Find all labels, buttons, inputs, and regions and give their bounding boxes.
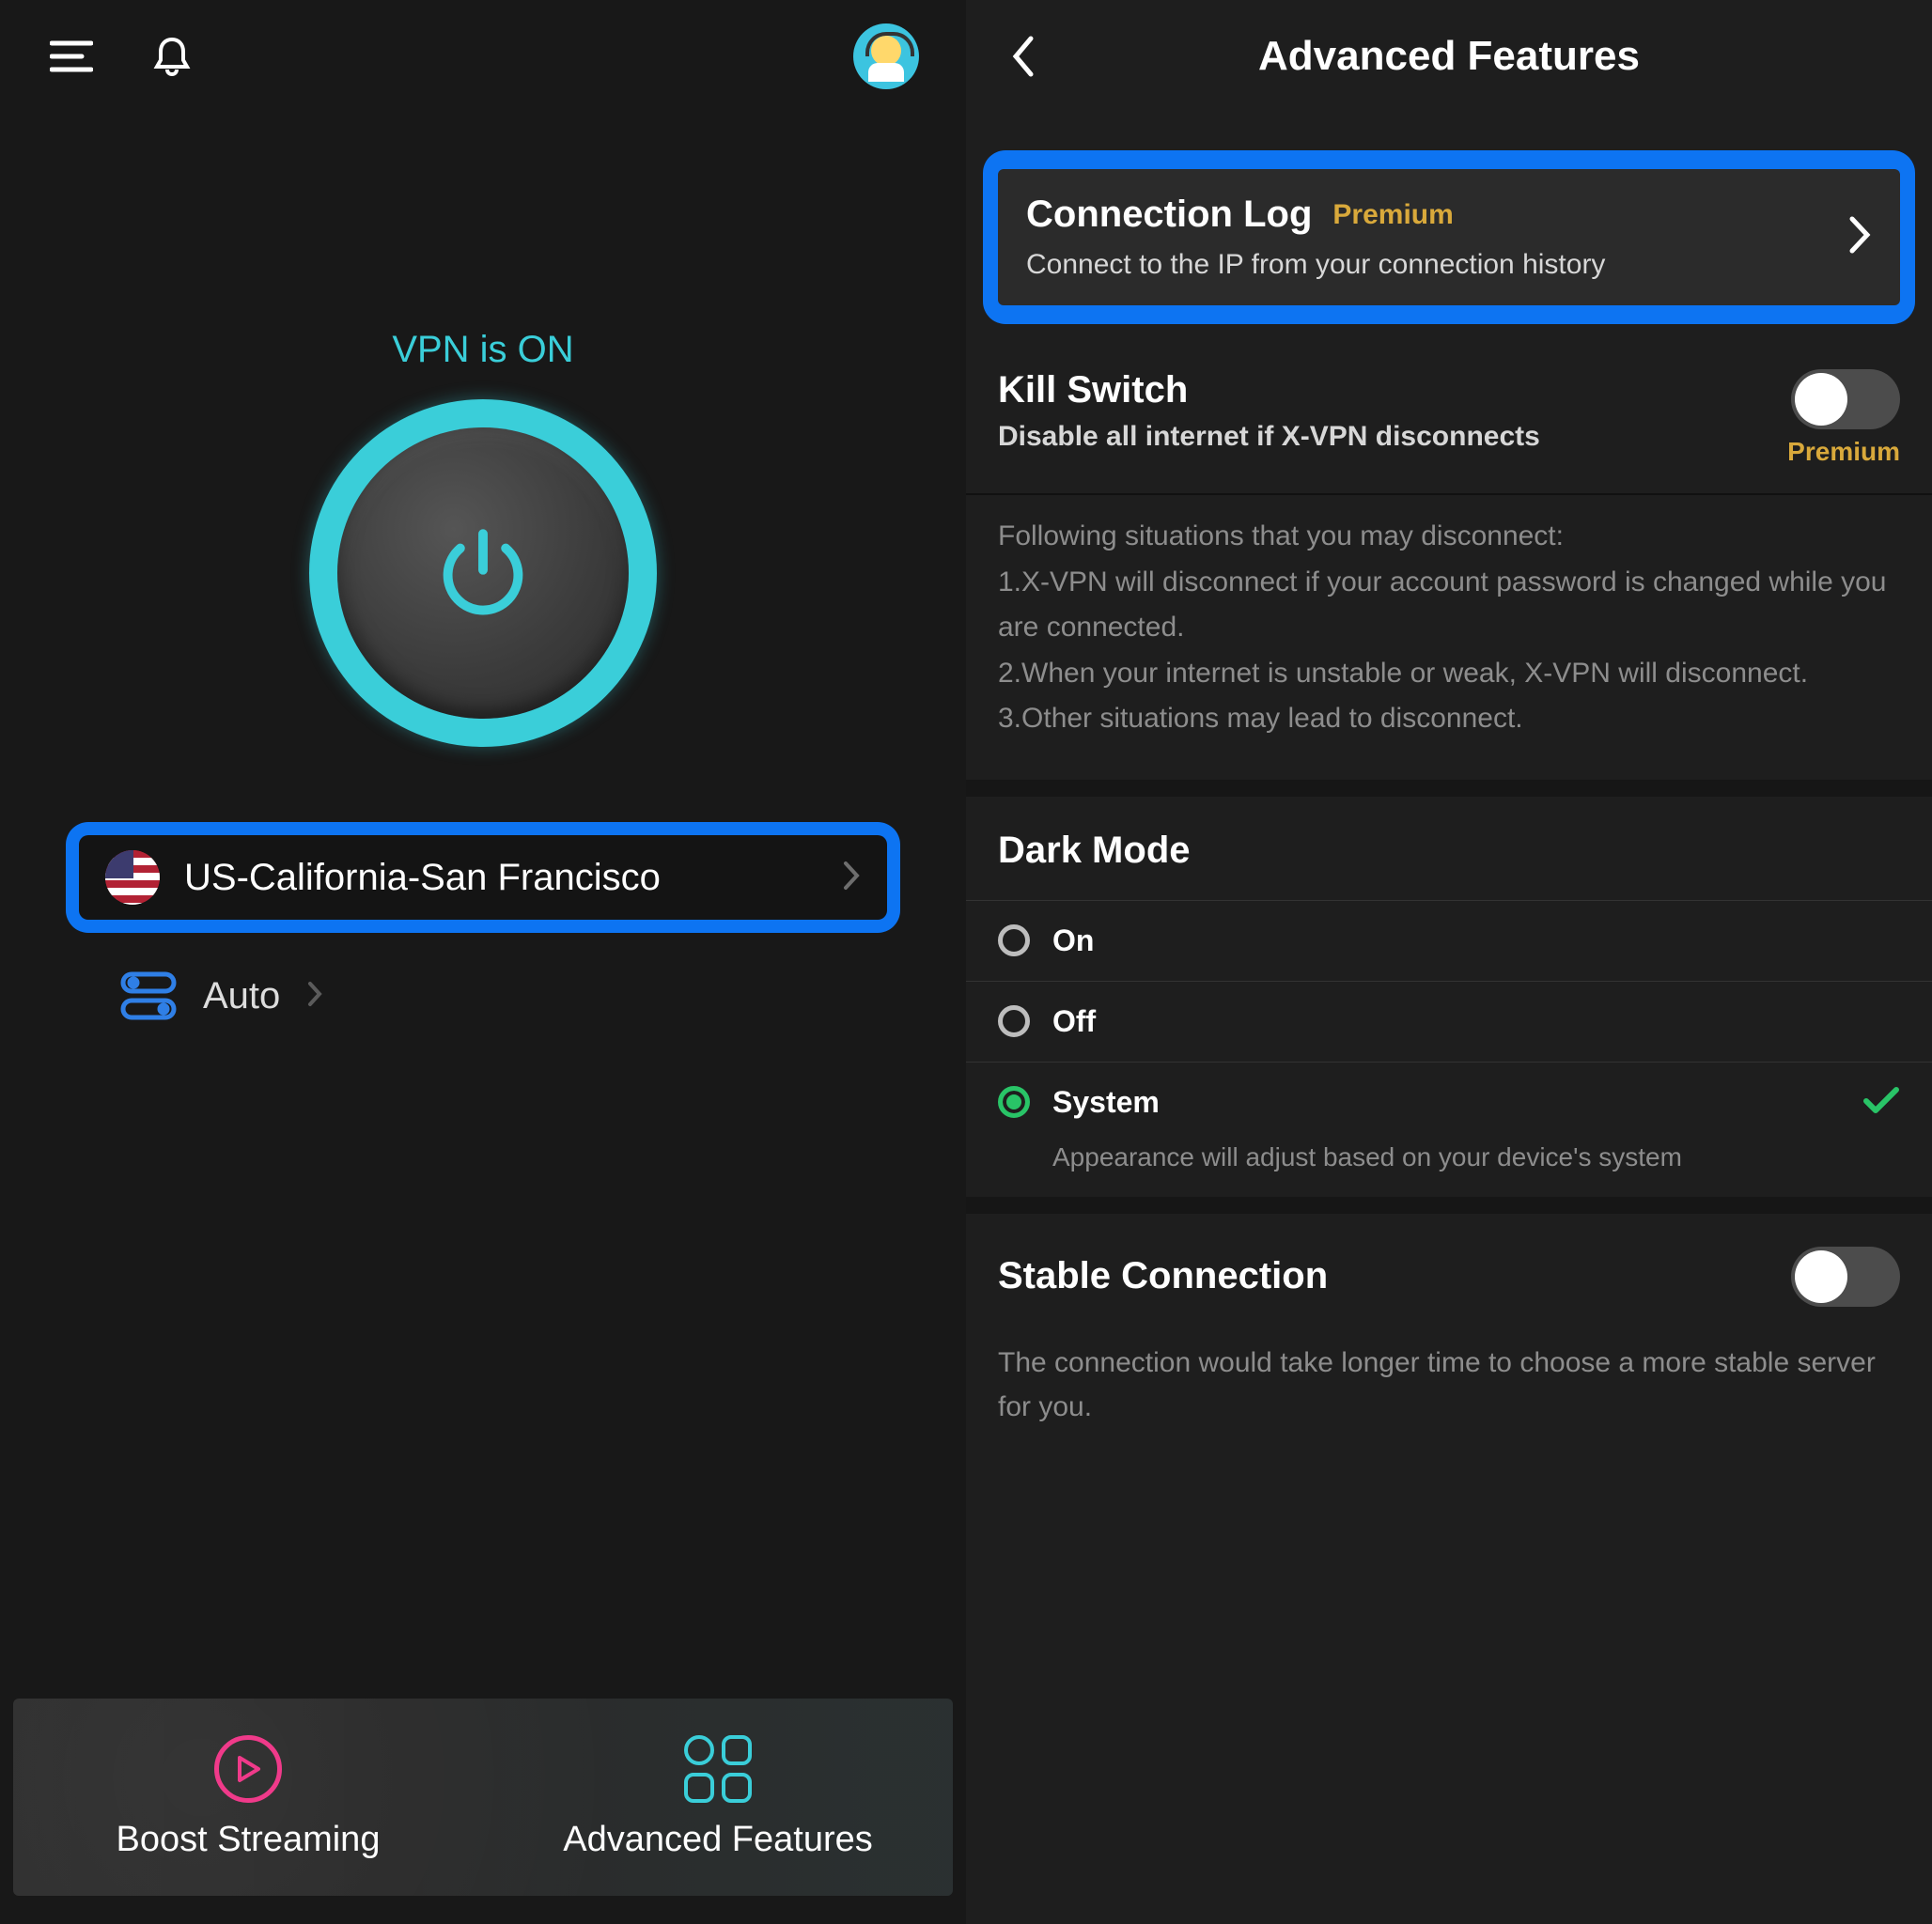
server-selector[interactable]: US-California-San Francisco — [79, 835, 887, 920]
connection-log-highlight: Connection Log Premium Connect to the IP… — [983, 150, 1915, 324]
boost-streaming-card[interactable]: Boost Streaming — [13, 1699, 483, 1896]
play-icon — [214, 1735, 282, 1803]
stable-connection-section: Stable Connection — [966, 1214, 1932, 1331]
dark-mode-system-subtitle: Appearance will adjust based on your dev… — [966, 1142, 1932, 1197]
grid-icon — [684, 1735, 752, 1803]
premium-badge: Premium — [1787, 437, 1900, 467]
dark-mode-off[interactable]: Off — [966, 981, 1932, 1062]
dark-mode-on[interactable]: On — [966, 900, 1932, 981]
avatar[interactable] — [853, 23, 919, 89]
bottom-feature-cards: Boost Streaming Advanced Features — [13, 1699, 953, 1896]
main-screen: VPN is ON US-California-San Francisco Au — [0, 0, 966, 1924]
chevron-right-icon — [842, 860, 861, 896]
kill-switch-section: Kill Switch Disable all internet if X-VP… — [966, 343, 1932, 495]
notifications-icon[interactable] — [148, 32, 196, 81]
protocol-selector[interactable]: Auto — [120, 970, 966, 1021]
vpn-status: VPN is ON — [0, 329, 966, 371]
power-icon — [431, 521, 535, 625]
premium-badge: Premium — [1332, 199, 1453, 231]
stable-connection-title: Stable Connection — [998, 1255, 1328, 1297]
connect-button[interactable] — [309, 399, 657, 747]
kill-switch-subtitle: Disable all internet if X-VPN disconnect… — [998, 421, 1540, 453]
advanced-features-card[interactable]: Advanced Features — [483, 1699, 953, 1896]
connection-log-subtitle: Connect to the IP from your connection h… — [1026, 249, 1847, 281]
protocol-icon — [120, 970, 177, 1021]
advanced-features-screen: Advanced Features Connection Log Premium… — [966, 0, 1932, 1924]
dark-mode-section: Dark Mode On Off System Appearanc — [966, 797, 1932, 1197]
connection-log-row[interactable]: Connection Log Premium Connect to the IP… — [998, 169, 1900, 305]
header: Advanced Features — [966, 0, 1932, 113]
menu-icon[interactable] — [47, 32, 96, 81]
chevron-right-icon — [306, 980, 323, 1013]
stable-connection-info: The connection would take longer time to… — [966, 1331, 1932, 1467]
server-selector-highlight: US-California-San Francisco — [66, 822, 900, 933]
radio-icon — [998, 1005, 1030, 1037]
server-name: US-California-San Francisco — [184, 857, 842, 899]
top-bar — [0, 0, 966, 113]
boost-streaming-label: Boost Streaming — [117, 1820, 381, 1860]
chevron-right-icon — [1847, 214, 1872, 260]
stable-connection-toggle[interactable] — [1791, 1247, 1900, 1307]
radio-icon — [998, 924, 1030, 956]
check-icon — [1862, 1085, 1900, 1120]
kill-switch-toggle[interactable] — [1791, 369, 1900, 429]
protocol-label: Auto — [203, 975, 280, 1017]
advanced-features-label: Advanced Features — [563, 1820, 873, 1860]
page-title: Advanced Features — [994, 33, 1904, 80]
us-flag-icon — [105, 850, 160, 905]
dark-mode-title: Dark Mode — [998, 830, 1900, 872]
dark-mode-system[interactable]: System — [966, 1062, 1932, 1142]
radio-icon — [998, 1086, 1030, 1118]
connection-log-title: Connection Log — [1026, 194, 1312, 236]
kill-switch-info: Following situations that you may discon… — [966, 495, 1932, 797]
kill-switch-title: Kill Switch — [998, 369, 1540, 411]
